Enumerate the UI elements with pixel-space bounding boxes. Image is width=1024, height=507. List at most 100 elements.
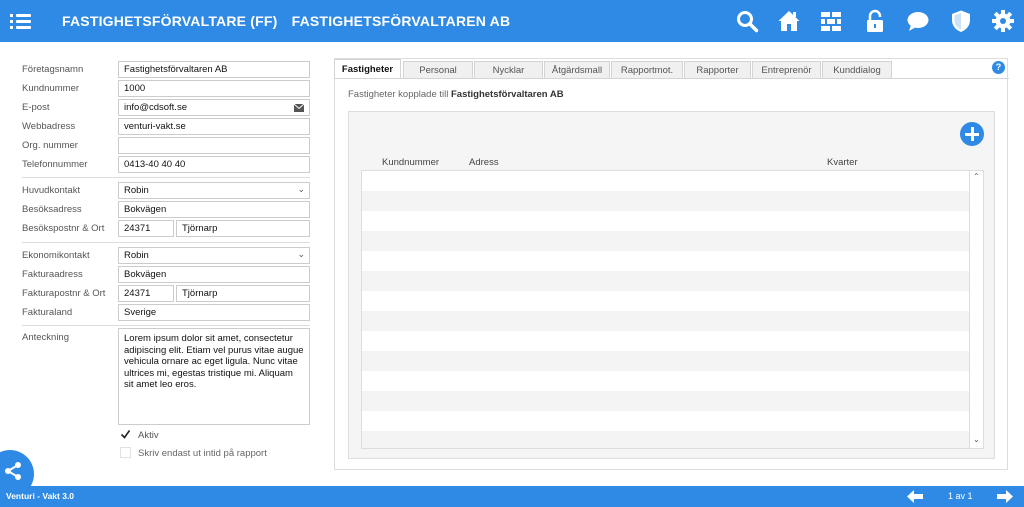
main-contact-value: Robin	[124, 185, 149, 196]
home-icon[interactable]	[777, 9, 801, 33]
table-row[interactable]	[362, 411, 970, 431]
unlock-icon[interactable]	[863, 9, 887, 33]
table-row[interactable]	[362, 231, 970, 251]
detail-panel: Fastigheter Personal Nycklar Åtgärdsmall…	[334, 58, 1009, 470]
invoice-country-label: Fakturaland	[22, 307, 73, 318]
tab-underline	[335, 78, 1009, 79]
orgno-row: Org. nummer	[22, 137, 310, 154]
mail-icon[interactable]	[294, 104, 304, 112]
custno-row: Kundnummer 1000	[22, 80, 310, 97]
check-icon	[120, 430, 131, 439]
economy-contact-row: Ekonomikontakt Robin ⌄	[22, 247, 310, 264]
email-row: E-post info@cdsoft.se	[22, 99, 310, 116]
invoice-address-row: Fakturaadress Bokvägen	[22, 266, 310, 283]
gear-icon[interactable]	[991, 9, 1015, 33]
custno-field[interactable]: 1000	[118, 80, 310, 97]
main-contact-row: Huvudkontakt Robin ⌄	[22, 182, 310, 199]
table-row[interactable]	[362, 391, 970, 411]
invoice-postal-label: Fakturapostnr & Ort	[22, 288, 106, 299]
visit-postal-label: Besökspostnr & Ort	[22, 223, 105, 234]
column-header-kvarter[interactable]: Kvarter	[827, 157, 858, 168]
properties-box: Kundnummer Adress Kvarter ⌃ ⌄	[348, 111, 995, 459]
orgno-field[interactable]	[118, 137, 310, 154]
table-row[interactable]	[362, 171, 970, 191]
tab-fastigheter[interactable]: Fastigheter	[334, 59, 401, 79]
company-label: Företagsnamn	[22, 64, 84, 75]
table-row[interactable]	[362, 271, 970, 291]
phone-field[interactable]: 0413-40 40 40	[118, 156, 310, 173]
main-contact-select[interactable]: Robin ⌄	[118, 182, 310, 199]
column-header-adress[interactable]: Adress	[469, 157, 499, 168]
divider	[22, 242, 310, 243]
page-indicator: 1 av 1	[948, 491, 973, 501]
tab-rapportmot[interactable]: Rapportmot.	[611, 61, 683, 78]
tab-entreprenor[interactable]: Entreprenör	[752, 61, 821, 78]
invoice-city-field[interactable]: Tjörnarp	[176, 285, 310, 302]
economy-contact-select[interactable]: Robin ⌄	[118, 247, 310, 264]
arrow-left-icon[interactable]	[906, 489, 924, 504]
chevron-down-icon: ⌄	[297, 184, 305, 194]
invoice-country-field[interactable]: Sverige	[118, 304, 310, 321]
tab-personal[interactable]: Personal	[403, 61, 473, 78]
intid-label: Skriv endast ut intid på rapport	[138, 448, 267, 459]
panel-subtitle: Fastigheter kopplade till Fastighetsförv…	[348, 89, 564, 100]
company-field[interactable]: Fastighetsförvaltaren AB	[118, 61, 310, 78]
tab-atgardsmall[interactable]: Åtgärdsmall	[544, 61, 610, 78]
note-textarea[interactable]: Lorem ipsum dolor sit amet, consectetur …	[118, 328, 310, 425]
visit-zip-field[interactable]: 24371	[118, 220, 174, 237]
invoice-postal-row: Fakturapostnr & Ort 24371 Tjörnarp	[22, 285, 310, 302]
tab-kunddialog[interactable]: Kunddialog	[822, 61, 892, 78]
add-property-button[interactable]	[960, 122, 984, 146]
table-row[interactable]	[362, 191, 970, 211]
note-label: Anteckning	[22, 332, 70, 343]
visit-city-field[interactable]: Tjörnarp	[176, 220, 310, 237]
email-value: info@cdsoft.se	[124, 102, 187, 113]
table-row[interactable]	[362, 431, 970, 448]
scroll-up-icon[interactable]: ⌃	[973, 172, 980, 181]
invoice-address-label: Fakturaadress	[22, 269, 83, 280]
chevron-down-icon: ⌄	[297, 249, 305, 259]
table-row[interactable]	[362, 211, 970, 231]
active-label: Aktiv	[138, 430, 159, 441]
web-field[interactable]: venturi-vakt.se	[118, 118, 310, 135]
main-contact-label: Huvudkontakt	[22, 185, 81, 196]
invoice-zip-field[interactable]: 24371	[118, 285, 174, 302]
web-row: Webbadress venturi-vakt.se	[22, 118, 310, 135]
invoice-country-row: Fakturaland Sverige	[22, 304, 310, 321]
phone-label: Telefonnummer	[22, 159, 88, 170]
invoice-address-field[interactable]: Bokvägen	[118, 266, 310, 283]
orgno-label: Org. nummer	[22, 140, 78, 151]
footer-bar: Venturi - Vakt 3.0 1 av 1	[0, 486, 1024, 507]
tab-rapporter[interactable]: Rapporter	[684, 61, 751, 78]
table-row[interactable]	[362, 291, 970, 311]
divider	[22, 177, 310, 178]
table-row[interactable]	[362, 251, 970, 271]
email-field[interactable]: info@cdsoft.se	[118, 99, 310, 116]
table-row[interactable]	[362, 371, 970, 391]
brick-wall-icon[interactable]	[819, 9, 843, 33]
share-icon	[5, 462, 21, 480]
scroll-down-icon[interactable]: ⌄	[973, 435, 980, 444]
menu-icon[interactable]	[10, 10, 32, 32]
phone-row: Telefonnummer 0413-40 40 40	[22, 156, 310, 173]
custno-label: Kundnummer	[22, 83, 80, 94]
shield-icon[interactable]	[949, 9, 973, 33]
table-row[interactable]	[362, 311, 970, 331]
search-icon[interactable]	[735, 9, 759, 33]
top-bar: FASTIGHETSFÖRVALTARE (FF) FASTIGHETSFÖRV…	[0, 0, 1024, 42]
title-short: FASTIGHETSFÖRVALTARE (FF)	[62, 13, 278, 29]
table-row[interactable]	[362, 331, 970, 351]
table-scrollbar[interactable]: ⌃ ⌄	[969, 171, 983, 448]
help-icon[interactable]: ?	[992, 61, 1005, 74]
table-row[interactable]	[362, 351, 970, 371]
arrow-right-icon[interactable]	[996, 489, 1014, 504]
company-row: Företagsnamn Fastighetsförvaltaren AB	[22, 61, 310, 78]
divider	[22, 325, 310, 326]
column-header-kundnummer[interactable]: Kundnummer	[382, 157, 439, 168]
visit-address-field[interactable]: Bokvägen	[118, 201, 310, 218]
chat-icon[interactable]	[906, 9, 930, 33]
intid-checkbox[interactable]	[120, 447, 131, 458]
tab-nycklar[interactable]: Nycklar	[474, 61, 543, 78]
app-version: Venturi - Vakt 3.0	[6, 491, 75, 501]
active-checkbox[interactable]	[120, 429, 131, 440]
